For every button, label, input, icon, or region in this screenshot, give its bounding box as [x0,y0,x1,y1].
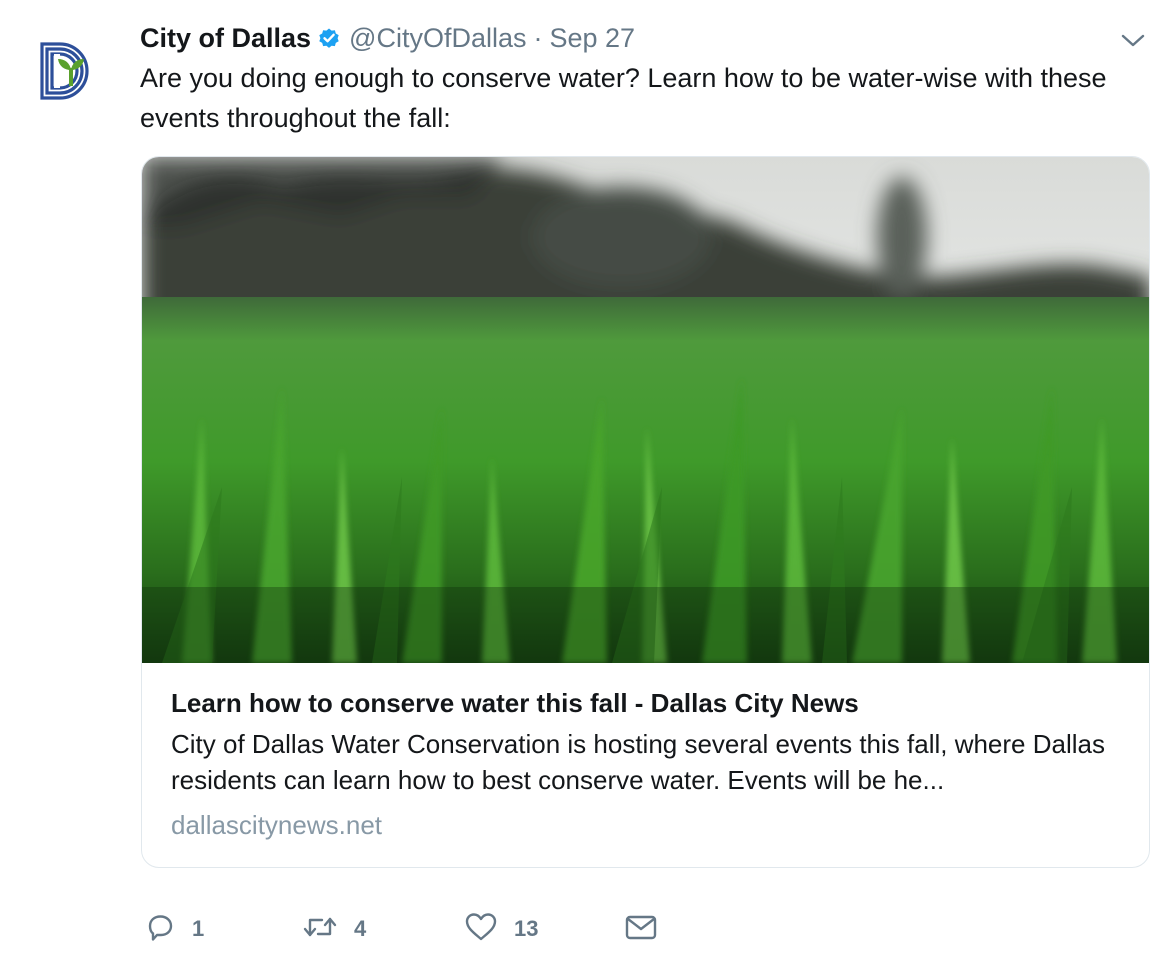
reply-button[interactable]: 1 [144,906,204,952]
verified-badge-icon [317,26,341,50]
reply-icon [144,911,176,948]
tweet-text: Are you doing enough to conserve water? … [140,63,1107,133]
dm-icon [624,911,658,948]
city-of-dallas-logo [40,42,89,100]
retweet-icon [302,911,338,948]
caret-down-icon[interactable] [1118,28,1148,57]
card-body: Learn how to conserve water this fall - … [171,681,1121,843]
card-domain: dallascitynews.net [171,810,382,840]
like-button[interactable]: 13 [464,906,538,952]
retweet-button[interactable]: 4 [302,906,366,952]
reply-count: 1 [192,916,205,941]
like-count: 13 [514,916,539,941]
author-name[interactable]: City of Dallas [140,23,311,54]
dm-button[interactable] [624,906,658,952]
retweet-count: 4 [354,916,367,941]
card-image [142,157,1149,663]
card-description: City of Dallas Water Conservation is hos… [171,729,1105,795]
tweet-date[interactable]: Sep 27 [550,23,636,54]
avatar[interactable] [24,32,116,124]
card-title[interactable]: Learn how to conserve water this fall - … [171,681,1121,725]
like-icon [464,911,498,948]
link-card[interactable]: Learn how to conserve water this fall - … [141,156,1150,868]
author-handle[interactable]: @CityOfDallas [349,23,526,54]
separator-dot: · [533,22,543,53]
tweet-header: City of Dallas @CityOfDallas · Sep 27 [140,18,635,58]
